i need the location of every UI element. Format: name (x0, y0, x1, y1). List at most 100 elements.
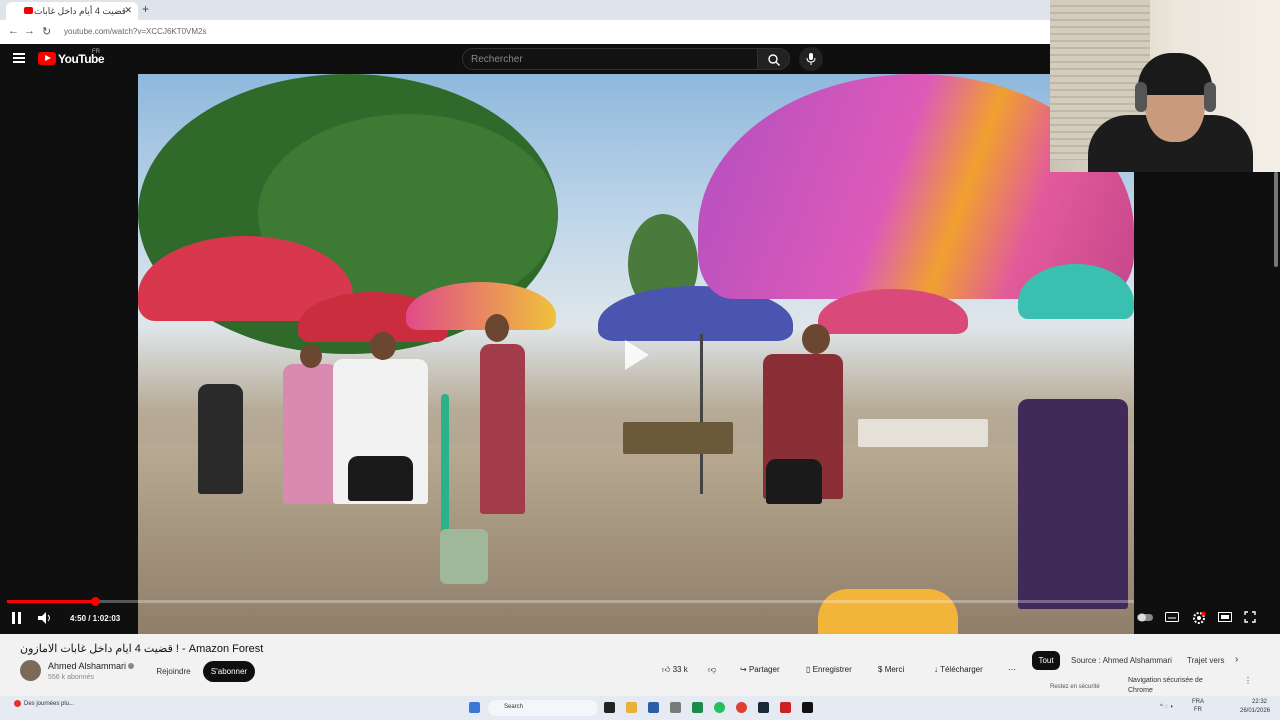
search-input[interactable]: Rechercher (462, 48, 758, 70)
kebab-menu-icon[interactable]: ⋮ (1244, 676, 1252, 685)
clock-date[interactable]: 26/01/2026 (1240, 708, 1270, 714)
app-icon-3[interactable] (780, 702, 791, 713)
safe-navigation-note[interactable]: Navigation sécurisée de Chrome (1128, 676, 1228, 696)
chip-source[interactable]: Source : Ahmed Alshammari (1071, 651, 1172, 670)
youtube-logo-icon[interactable] (38, 52, 56, 65)
download-button[interactable]: ↓ Télécharger (934, 665, 983, 674)
gear-icon (1193, 611, 1206, 624)
video-frame[interactable] (138, 74, 1134, 634)
thanks-label: Merci (884, 665, 905, 674)
autoplay-toggle[interactable] (1137, 611, 1155, 626)
dislike-button[interactable]: 👎︎ (708, 665, 716, 675)
download-icon: ↓ (934, 665, 938, 674)
progress-scrubber[interactable] (91, 597, 101, 606)
search-icon (768, 54, 780, 66)
app-icon[interactable] (670, 702, 681, 713)
chrome-icon[interactable] (736, 702, 747, 713)
video-person-shorts (348, 456, 413, 501)
pause-button[interactable] (12, 611, 22, 629)
forward-icon[interactable]: → (24, 25, 35, 37)
video-person (198, 384, 243, 494)
channel-name[interactable]: Ahmed Alshammari (48, 661, 126, 671)
theater-mode-button[interactable] (1218, 611, 1232, 626)
progress-fill (7, 600, 96, 603)
video-bucket (440, 529, 488, 584)
file-explorer-icon[interactable] (626, 702, 637, 713)
video-person-head (485, 314, 509, 342)
channel-name-wrap[interactable]: Ahmed Alshammari (48, 661, 135, 671)
video-pole-green (441, 394, 449, 544)
notification-text[interactable]: Des journées plu... (24, 701, 74, 707)
fullscreen-button[interactable] (1244, 611, 1256, 626)
system-tray-icons[interactable]: ^ ◌ ◖ (1160, 704, 1173, 710)
steam-icon[interactable] (758, 702, 769, 713)
pause-icon (12, 612, 21, 624)
share-icon: ↪ (740, 665, 747, 674)
back-icon[interactable]: ← (8, 25, 19, 37)
like-count: 33 k (672, 665, 688, 674)
video-info-area: قضيت 4 ايام داخل غابات الامازون ! - Amaz… (0, 634, 1280, 696)
notification-badge-icon (14, 700, 21, 707)
youtube-favicon-icon (24, 7, 33, 14)
whatsapp-icon[interactable] (714, 702, 725, 713)
video-person-head (300, 344, 322, 368)
video-person (283, 364, 338, 504)
page-scrollbar[interactable] (1274, 172, 1278, 267)
more-actions-button[interactable]: ⋯ (1008, 665, 1016, 674)
headphone-right-icon (1204, 82, 1216, 112)
task-view-icon[interactable] (604, 702, 615, 713)
clock-time[interactable]: 22:32 (1252, 699, 1267, 705)
video-fruit-pile (818, 589, 958, 634)
video-title: قضيت 4 ايام داخل غابات الامازون ! - Amaz… (20, 643, 264, 655)
chevron-right-icon[interactable]: › (1235, 654, 1238, 665)
address-bar[interactable]: youtube.com/watch?v=XCCJ6KT0VM2s (60, 24, 1040, 40)
taskbar-search-box[interactable]: Search (488, 700, 598, 716)
volume-icon (38, 612, 50, 624)
save-button[interactable]: ▯ Enregistrer (806, 665, 852, 674)
play-overlay-icon[interactable] (625, 340, 649, 370)
subscribe-button[interactable]: S'abonner (203, 661, 255, 682)
video-person-shorts (766, 459, 822, 504)
chip-all[interactable]: Tout (1032, 651, 1060, 670)
subscriber-count: 556 k abonnés (48, 674, 94, 681)
app-icon-4[interactable] (802, 702, 813, 713)
youtube-header: YouTube FR Rechercher (0, 44, 1050, 74)
autoplay-toggle-icon (1137, 613, 1153, 622)
bookmark-icon: ▯ (806, 665, 811, 674)
share-label: Partager (748, 665, 780, 674)
search-button[interactable] (757, 48, 790, 70)
video-table (858, 419, 988, 447)
chip-trajet[interactable]: Trajet vers (1187, 651, 1225, 670)
subtitles-button[interactable] (1165, 611, 1179, 626)
save-label: Enregistrer (812, 665, 852, 674)
reload-icon[interactable]: ↻ (42, 25, 51, 38)
voice-search-button[interactable] (799, 47, 823, 71)
join-button[interactable]: Rejoindre (146, 662, 201, 682)
language-indicator[interactable]: FRA (1192, 699, 1204, 705)
video-fruit-stall (623, 422, 733, 454)
share-button[interactable]: ↪ Partager (740, 665, 780, 674)
channel-avatar[interactable] (20, 660, 41, 681)
like-button[interactable]: 👍︎ 33 k (662, 665, 688, 675)
right-sidebar (1134, 172, 1280, 634)
close-tab-icon[interactable]: ✕ (124, 5, 132, 16)
video-seated-vendor (1018, 399, 1128, 609)
browser-tab[interactable]: قضيت 4 أيام داخل غابات ✕ (6, 2, 138, 20)
hamburger-menu-icon[interactable] (13, 53, 25, 63)
new-tab-icon[interactable]: + (142, 2, 149, 16)
theater-mode-icon (1218, 612, 1232, 622)
settings-button[interactable] (1192, 611, 1206, 628)
volume-button[interactable] (38, 611, 52, 629)
store-icon[interactable] (648, 702, 659, 713)
app-icon-2[interactable] (692, 702, 703, 713)
thanks-icon: $ (878, 665, 883, 674)
video-person-head (370, 332, 396, 360)
more-icon: ⋯ (1008, 665, 1016, 674)
thanks-button[interactable]: $ Merci (878, 665, 904, 674)
progress-bar[interactable] (7, 597, 1134, 606)
language-indicator-2: FR (1194, 707, 1202, 713)
windows-start-icon[interactable] (469, 702, 480, 713)
region-label: FR (92, 49, 100, 55)
stay-safe-note: Restez en sécurité (1050, 684, 1100, 690)
browser-tab-strip: قضيت 4 أيام داخل غابات ✕ + (0, 0, 1050, 20)
